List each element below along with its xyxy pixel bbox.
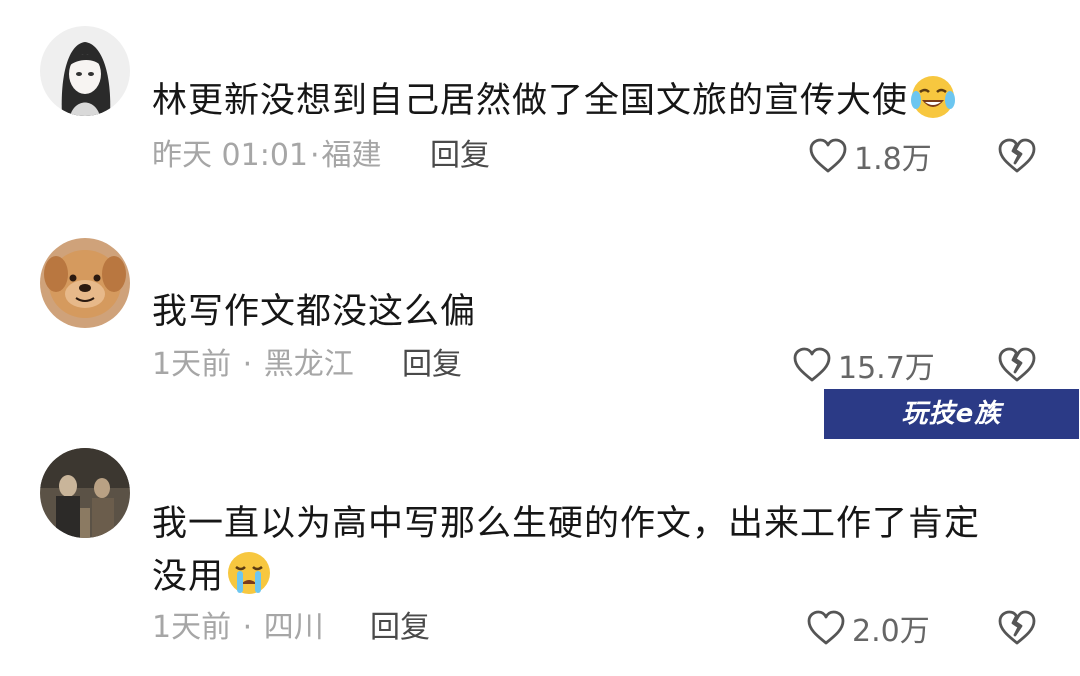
dislike-button[interactable]: [996, 345, 1038, 385]
watermark-logo: 玩技e族: [824, 389, 1079, 439]
comment-location: 四川: [263, 610, 324, 645]
comment-text: 我写作文都没这么偏: [152, 292, 477, 332]
dislike-button[interactable]: [996, 608, 1038, 648]
broken-heart-icon: [998, 347, 1036, 382]
comment-item: 我一直以为高中写那么生硬的作文，出来工作了肯定 没用 1天前 · 四川 回复 2…: [0, 440, 1080, 676]
avatar[interactable]: [40, 448, 130, 538]
crying-emoji-icon: [226, 550, 272, 596]
comment-time: 1天前: [152, 347, 232, 382]
heart-icon: [809, 138, 847, 173]
reply-button[interactable]: 回复: [370, 608, 430, 648]
dislike-button[interactable]: [996, 136, 1038, 176]
broken-heart-icon: [998, 138, 1036, 173]
comment-text-line: 我一直以为高中写那么生硬的作文，出来工作了肯定: [152, 504, 981, 544]
heart-icon: [793, 347, 831, 382]
comment-time: 1天前: [152, 610, 232, 645]
like-count: 2.0万: [852, 614, 930, 649]
broken-heart-icon: [998, 610, 1036, 645]
comment-location: 福建: [321, 138, 382, 173]
comment-text: 林更新没想到自己居然做了全国文旅的宣传大使: [152, 81, 909, 121]
like-count: 15.7万: [838, 351, 935, 386]
laughing-crying-emoji-icon: [910, 74, 956, 120]
comment-item: 林更新没想到自己居然做了全国文旅的宣传大使 昨天 01:01·福建 回复 1.8…: [0, 0, 1080, 210]
reply-button[interactable]: 回复: [430, 136, 490, 176]
comment-text-line: 没用: [152, 557, 225, 597]
avatar[interactable]: [40, 26, 130, 116]
reply-button[interactable]: 回复: [402, 345, 462, 385]
like-button[interactable]: 15.7万: [792, 345, 935, 386]
like-button[interactable]: 2.0万: [806, 608, 930, 649]
comment-time: 昨天 01:01: [152, 138, 308, 173]
comment-location: 黑龙江: [263, 347, 354, 382]
like-count: 1.8万: [854, 142, 932, 177]
heart-icon: [807, 610, 845, 645]
like-button[interactable]: 1.8万: [808, 136, 932, 177]
avatar[interactable]: [40, 238, 130, 328]
